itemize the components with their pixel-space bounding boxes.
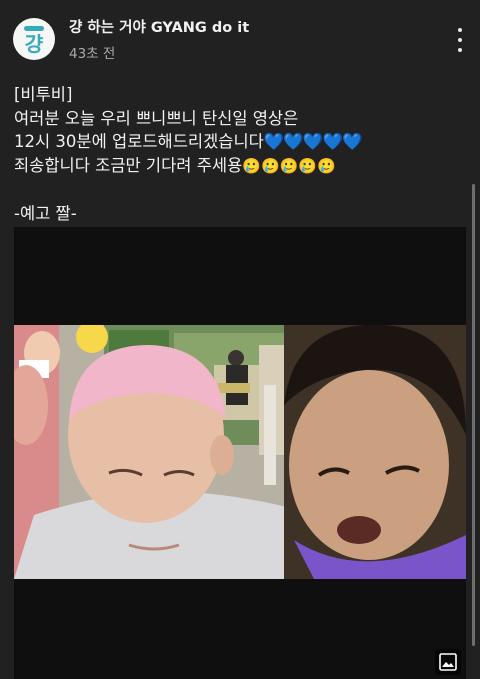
more-vertical-icon[interactable] [452, 28, 468, 52]
image-icon[interactable] [435, 649, 461, 675]
channel-name[interactable]: 걍 하는 거야 GYANG do it [69, 16, 249, 37]
menu-dot [458, 48, 462, 52]
scrollbar[interactable] [472, 184, 475, 646]
post-photo[interactable] [14, 325, 466, 579]
smiling-tear-emoji: 🥲🥲🥲🥲🥲 [242, 156, 336, 175]
post-line-text: 12시 30분에 업로드해드리겠습니다 [14, 132, 264, 151]
avatar-text: 걍 [24, 32, 44, 56]
post-line-empty [14, 178, 454, 202]
blue-heart-emoji: 💙💙💙💙💙 [263, 132, 363, 151]
image-icon-glyph [439, 653, 457, 671]
post-line: 죄송합니다 조금만 기다려 주세용🥲🥲🥲🥲🥲 [14, 154, 454, 179]
post-time: 43초 전 [69, 46, 116, 62]
menu-dot [458, 38, 462, 42]
channel-avatar[interactable]: 걍 [13, 18, 55, 60]
post-line: 12시 30분에 업로드해드리겠습니다💙💙💙💙💙 [14, 130, 454, 154]
post-line-text: 죄송합니다 조금만 기다려 주세용 [14, 155, 243, 175]
post-line: -예고 짤- [14, 203, 77, 223]
post-header: 걍 걍 하는 거야 GYANG do it 43초 전 [0, 0, 480, 70]
menu-dot [458, 28, 462, 32]
post-body: [비투비] 여러분 오늘 우리 쁘니쁘니 탄신일 영상은 12시 30분에 업로… [14, 83, 454, 225]
post-line: [비투비] [14, 85, 73, 104]
post-image-container[interactable] [14, 227, 466, 679]
post-line: 여러분 오늘 우리 쁘니쁘니 탄신일 영상은 [14, 108, 299, 128]
